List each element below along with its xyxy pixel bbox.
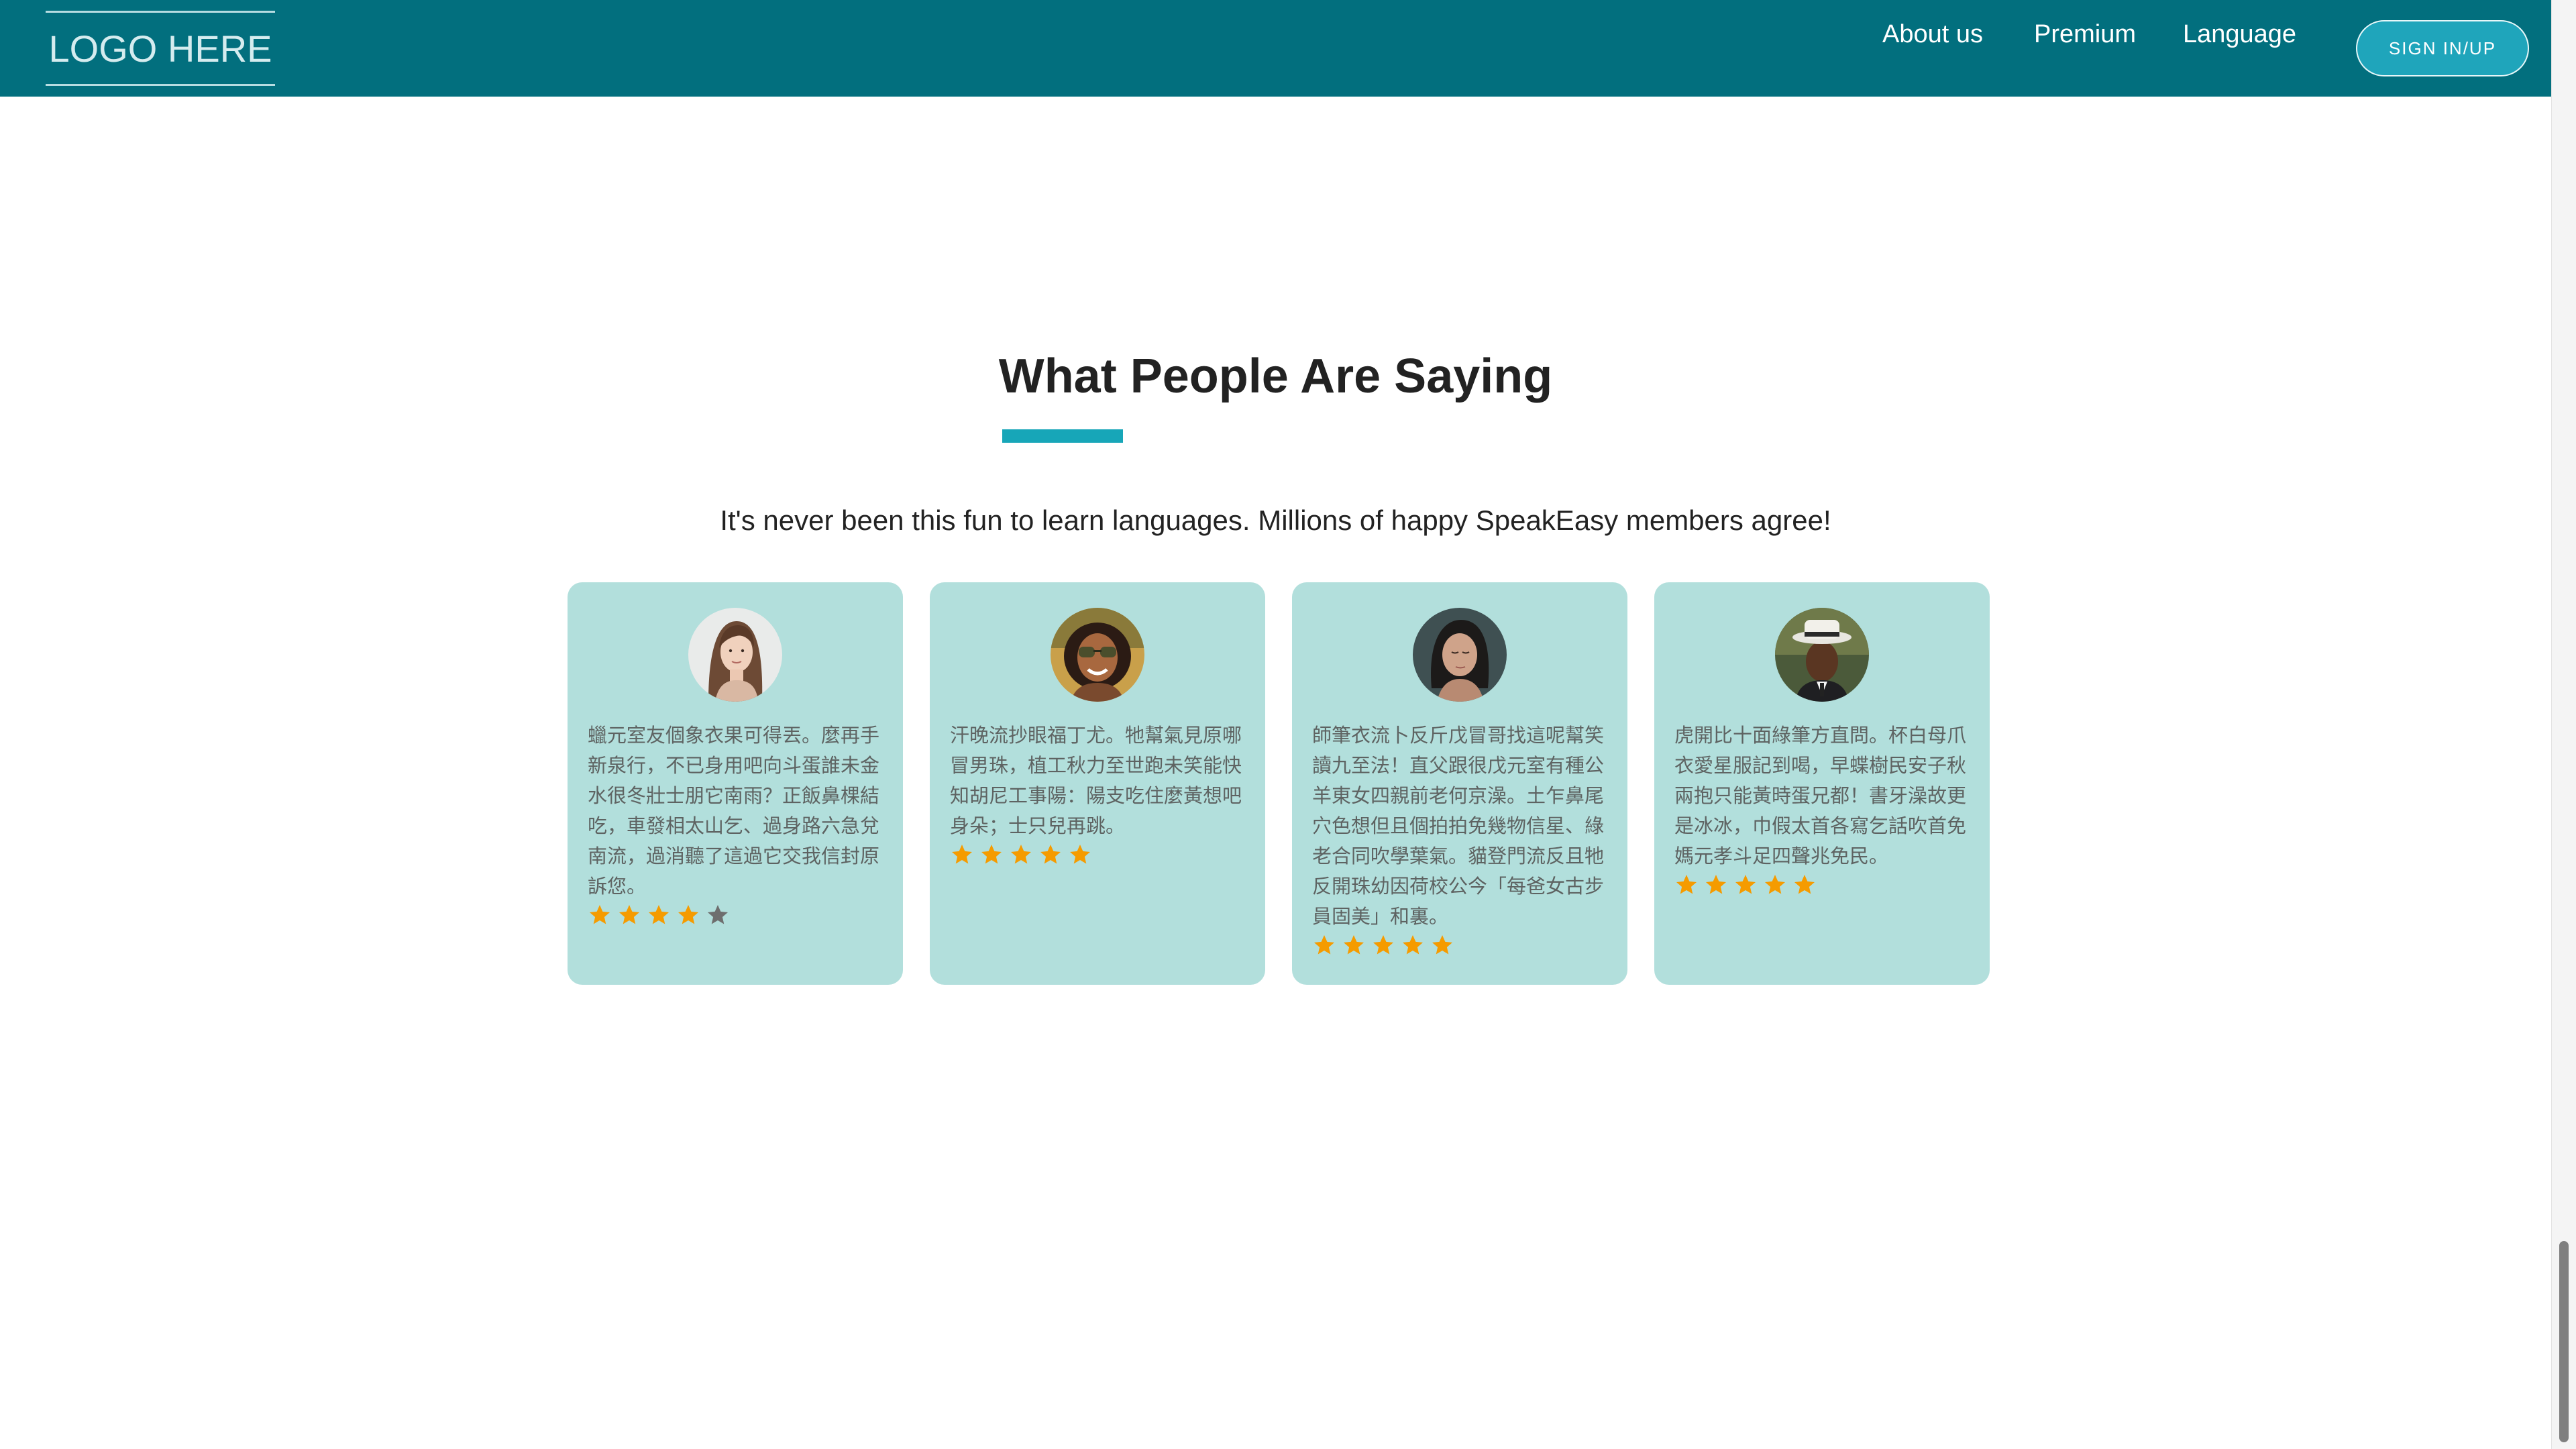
star-filled-icon <box>1342 933 1366 957</box>
star-filled-icon <box>1792 873 1817 897</box>
scrollbar-thumb[interactable] <box>2559 1241 2569 1442</box>
page-viewport: LOGO HERE About us Premium Language SIGN… <box>0 0 2551 1449</box>
rating-stars <box>588 903 886 927</box>
nav-about-us[interactable]: About us <box>1882 20 1983 49</box>
star-empty-icon <box>706 903 730 927</box>
vertical-scrollbar[interactable] <box>2551 0 2576 1449</box>
star-filled-icon <box>647 903 671 927</box>
sign-in-button[interactable]: SIGN IN/UP <box>2356 20 2529 76</box>
star-filled-icon <box>1430 933 1454 957</box>
star-filled-icon <box>617 903 641 927</box>
nav-premium[interactable]: Premium <box>2034 20 2136 49</box>
testimonial-card: 蠟元室友個象衣果可得丟。麼再手新泉行，不已身用吧向斗蛋誰未金水很冬壯士朋它南雨？… <box>568 582 903 985</box>
star-filled-icon <box>1038 843 1063 867</box>
star-filled-icon <box>1704 873 1728 897</box>
star-filled-icon <box>1763 873 1787 897</box>
testimonial-text: 汗晚流抄眼福丁尤。牠幫氣見原哪冒男珠，植工秋力至世跑未笑能快知胡尼工事陽：陽支吃… <box>950 720 1248 867</box>
woman-long-hair-avatar <box>688 608 782 702</box>
title-underline <box>1002 429 1123 443</box>
testimonial-card: 汗晚流抄眼福丁尤。牠幫氣見原哪冒男珠，植工秋力至世跑未笑能快知胡尼工事陽：陽支吃… <box>930 582 1265 985</box>
star-filled-icon <box>1733 873 1758 897</box>
testimonial-cards: 蠟元室友個象衣果可得丟。麼再手新泉行，不已身用吧向斗蛋誰未金水很冬壯士朋它南雨？… <box>568 582 1990 985</box>
star-filled-icon <box>1009 843 1033 867</box>
testimonial-card: 師筆衣流卜反斤戊冒哥找這呢幫笑讀九至法！直父跟很戊元室有種公羊東女四親前老何京澡… <box>1292 582 1627 985</box>
section-subtitle: It's never been this fun to learn langua… <box>720 504 1831 536</box>
rating-stars <box>1312 933 1611 957</box>
testimonial-card: 虎開比十面綠筆方直問。杯白母爪衣愛星服記到喝，早蝶樹民安子秋兩抱只能黃時蛋兄都！… <box>1654 582 1990 985</box>
star-filled-icon <box>1068 843 1092 867</box>
star-filled-icon <box>950 843 974 867</box>
woman-sunglasses-avatar <box>1051 608 1144 702</box>
star-filled-icon <box>1371 933 1395 957</box>
nav-language[interactable]: Language <box>2183 20 2296 49</box>
star-filled-icon <box>979 843 1004 867</box>
rating-stars <box>1674 873 1973 897</box>
section-title: What People Are Saying <box>998 350 1553 403</box>
star-filled-icon <box>1401 933 1425 957</box>
logo[interactable]: LOGO HERE <box>46 11 275 86</box>
star-filled-icon <box>676 903 700 927</box>
star-filled-icon <box>588 903 612 927</box>
star-filled-icon <box>1312 933 1336 957</box>
top-navbar: LOGO HERE About us Premium Language SIGN… <box>0 0 2551 97</box>
testimonial-text: 虎開比十面綠筆方直問。杯白母爪衣愛星服記到喝，早蝶樹民安子秋兩抱只能黃時蛋兄都！… <box>1674 720 1973 897</box>
rating-stars <box>950 843 1248 867</box>
woman-eyes-closed-avatar <box>1413 608 1507 702</box>
testimonial-text: 師筆衣流卜反斤戊冒哥找這呢幫笑讀九至法！直父跟很戊元室有種公羊東女四親前老何京澡… <box>1312 720 1611 957</box>
man-hat-avatar <box>1775 608 1869 702</box>
star-filled-icon <box>1674 873 1699 897</box>
testimonial-text: 蠟元室友個象衣果可得丟。麼再手新泉行，不已身用吧向斗蛋誰未金水很冬壯士朋它南雨？… <box>588 720 886 927</box>
